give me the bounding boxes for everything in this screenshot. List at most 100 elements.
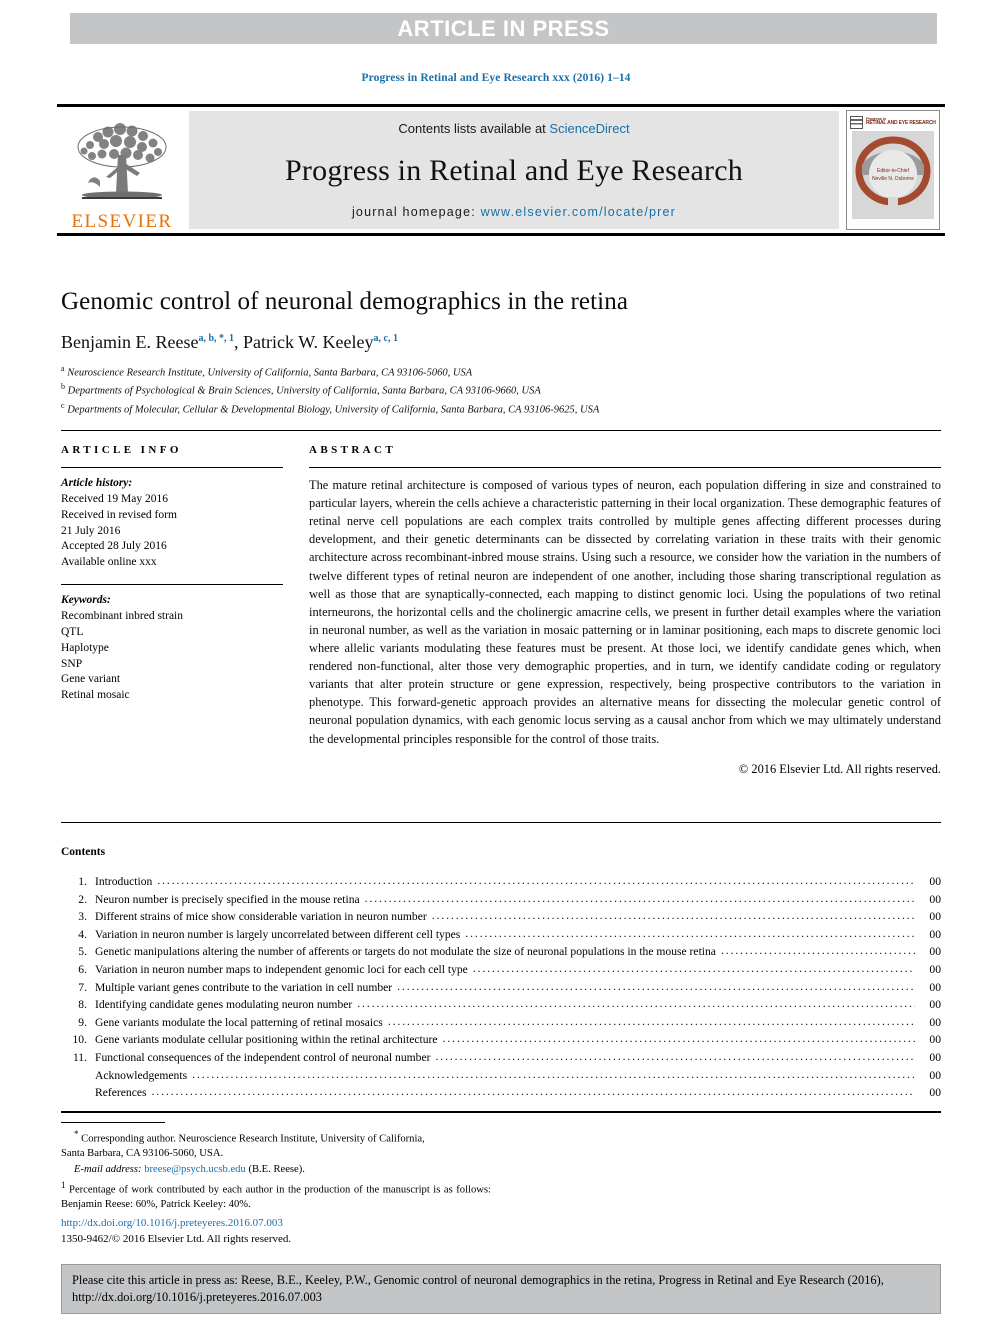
contents-item[interactable]: 1. Introduction..........................… (61, 875, 941, 888)
contents-item-label: References (95, 1086, 147, 1100)
journal-title: Progress in Retinal and Eye Research (285, 153, 743, 187)
contents-item-label: Introduction (95, 875, 153, 888)
contents-item-label: Neuron number is precisely specified in … (95, 892, 360, 906)
doi-link[interactable]: http://dx.doi.org/10.1016/j.preteyeres.2… (61, 1217, 283, 1229)
author-name-2: Patrick W. Keeley (243, 332, 374, 352)
keyword-5: Gene variant (61, 673, 121, 686)
contents-item-number: 5. (78, 945, 87, 959)
contents-item-page: 00 (929, 998, 941, 1012)
email-note: E-mail address: breese@psych.ucsb.edu (B… (61, 1163, 491, 1178)
contents-item[interactable]: References..............................… (61, 1086, 941, 1100)
abstract-body: The mature retinal architecture is compo… (309, 478, 941, 746)
contents-item-page: 00 (929, 1086, 941, 1100)
contents-dot-leader: ........................................… (435, 1050, 915, 1063)
article-title: Genomic control of neuronal demographics… (61, 288, 629, 315)
contents-item-page: 00 (929, 927, 941, 941)
author-email-link[interactable]: breese@psych.ucsb.edu (144, 1164, 246, 1175)
contents-item-page: 00 (929, 1033, 941, 1047)
contents-item-label: Gene variants modulate cellular position… (95, 1033, 438, 1047)
history-line-3: 21 July 2016 (61, 524, 121, 537)
contents-item-page: 00 (929, 910, 941, 924)
author-sup-1: a, b, *, 1 (198, 333, 235, 344)
contents-item-number: 11. (72, 1050, 87, 1064)
contents-item[interactable]: 11. Functional consequences of the indepe… (61, 1050, 941, 1064)
keyword-4: SNP (61, 657, 83, 670)
info-abstract-columns: ARTICLE INFO Article history: Received 1… (61, 444, 941, 777)
keywords-label: Keywords: (61, 594, 111, 607)
contents-item-label: Genetic manipulations altering the numbe… (95, 945, 716, 959)
contents-dot-leader: ........................................… (151, 1086, 916, 1098)
contents-item[interactable]: 7. Multiple variant genes contribute to t… (61, 980, 941, 994)
history-line-4: Accepted 28 July 2016 (61, 540, 167, 553)
contents-item[interactable]: Acknowledgements........................… (61, 1068, 941, 1082)
contents-item[interactable]: 6. Variation in neuron number maps to ind… (61, 962, 941, 976)
contents-list: 1. Introduction..........................… (61, 875, 942, 1100)
sciencedirect-link[interactable]: ScienceDirect (549, 121, 629, 136)
email-label: E-mail address: (74, 1164, 142, 1176)
elsevier-tree-icon (77, 123, 167, 199)
contents-item-number: 10. (72, 1033, 88, 1047)
contents-item-label: Identifying candidate genes modulating n… (95, 998, 353, 1012)
affiliation-mark-b: b (61, 382, 65, 392)
contents-item-page: 00 (929, 892, 941, 906)
cover-publisher-icon (850, 115, 863, 129)
citation-footer-text: Please cite this article in press as: Re… (72, 1273, 884, 1304)
contents-item-page: 00 (929, 962, 941, 976)
contents-available-line: Contents lists available at ScienceDirec… (398, 121, 629, 136)
article-history-label: Article history: (61, 477, 133, 489)
keywords-group: Keywords: Recombinant inbred strain QTL … (61, 593, 283, 704)
running-head: Progress in Retinal and Eye Research xxx… (361, 72, 631, 84)
affiliation-mark-a: a (61, 364, 65, 373)
contents-dot-leader: ........................................… (387, 1015, 915, 1028)
contents-item-page: 00 (929, 1015, 941, 1029)
contents-dot-leader: ........................................… (192, 1068, 915, 1081)
contents-item-page: 00 (929, 875, 941, 888)
journal-masthead: ELSEVIER Contents lists available at Sci… (57, 104, 945, 236)
contribution-mark: 1 (61, 1180, 66, 1191)
cover-artwork: Editor-in-Chief Neville N. Osborne (852, 131, 934, 219)
contents-dot-leader: ........................................… (442, 1033, 915, 1045)
journal-homepage-link[interactable]: www.elsevier.com/locate/prer (481, 205, 676, 219)
contents-item-label: Multiple variant genes contribute to the… (95, 980, 393, 994)
contents-item[interactable]: 3. Different strains of mice show conside… (61, 910, 941, 924)
abstract-column: ABSTRACT The mature retinal architecture… (309, 444, 941, 777)
keyword-3: Haplotype (61, 641, 109, 654)
contents-item-page: 00 (929, 945, 941, 959)
divider-below-abstract (61, 822, 941, 823)
contents-item-number: 7. (78, 980, 87, 994)
journal-homepage-line: journal homepage: www.elsevier.com/locat… (352, 205, 676, 219)
homepage-prefix: journal homepage: (351, 205, 481, 219)
contents-item[interactable]: 4. Variation in neuron number is largely … (61, 927, 941, 941)
contents-item[interactable]: 5. Genetic manipulations altering the num… (61, 945, 941, 959)
corresponding-mark: * (74, 1129, 79, 1139)
contents-item[interactable]: 2. Neuron number is precisely specified i… (61, 892, 941, 906)
contribution-text: Percentage of work contributed by each a… (61, 1184, 491, 1211)
contents-dot-leader: ........................................… (431, 910, 915, 922)
contents-dot-leader: ........................................… (465, 927, 915, 940)
contents-item-page: 00 (929, 1068, 941, 1082)
affiliation-a: a Neuroscience Research Institute, Unive… (61, 363, 941, 381)
masthead-center: Contents lists available at ScienceDirec… (189, 111, 839, 229)
contents-item[interactable]: 10. Gene variants modulate cellular posit… (61, 1033, 942, 1047)
author-list: Benjamin E. Reesea, b, *, 1, Patrick W. … (61, 332, 941, 353)
article-history: Article history: Received 19 May 2016 Re… (61, 476, 283, 571)
article-info-rule (61, 467, 283, 468)
contents-item[interactable]: 9. Gene variants modulate the local patte… (61, 1015, 941, 1029)
contents-item-page: 00 (929, 1050, 941, 1064)
article-in-press-banner: ARTICLE IN PRESS (70, 13, 937, 44)
contents-heading: Contents (61, 846, 106, 858)
contribution-note: 1 Percentage of work contributed by each… (61, 1179, 491, 1213)
keyword-2: QTL (61, 625, 84, 638)
affiliation-c: c Departments of Molecular, Cellular & D… (61, 400, 941, 418)
footnotes-block: * Corresponding author. Neuroscience Res… (61, 1122, 491, 1214)
article-in-press-label: ARTICLE IN PRESS (397, 15, 610, 41)
contents-item-number: 2. (78, 892, 87, 906)
svg-text:Editor-in-Chief: Editor-in-Chief (877, 168, 910, 174)
cover-box: Progress in RETINAL AND EYE RESEARCH Edi… (846, 110, 940, 230)
affiliation-text-a: Neuroscience Research Institute, Univers… (67, 367, 473, 379)
contents-item-page: 00 (929, 980, 941, 994)
elsevier-logo: ELSEVIER (57, 107, 187, 233)
corresponding-line-1: Corresponding author. Neuroscience Resea… (81, 1133, 425, 1145)
issn-copyright-line: 1350-9462/© 2016 Elsevier Ltd. All right… (61, 1232, 292, 1245)
contents-item[interactable]: 8. Identifying candidate genes modulating… (61, 998, 941, 1012)
